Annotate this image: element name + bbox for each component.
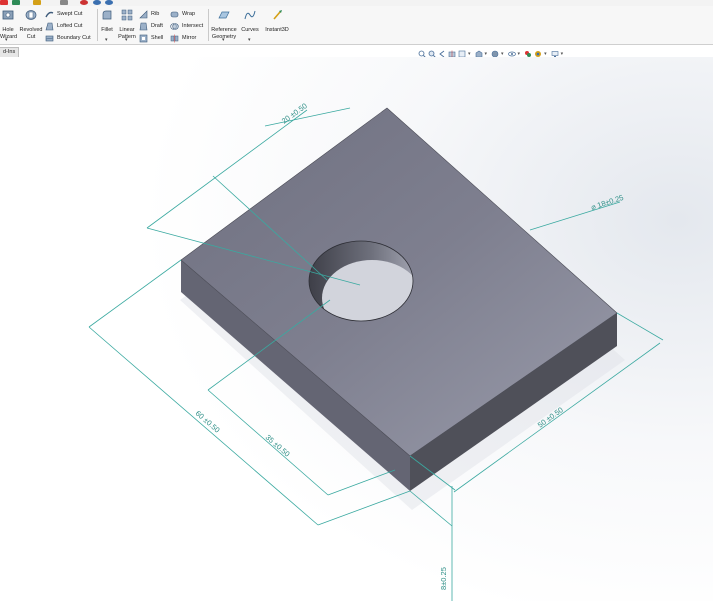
revolved-cut-button[interactable]: Revolved Cut — [19, 8, 43, 40]
revolved-cut-icon — [25, 10, 37, 20]
fillet-label: Fillet — [101, 27, 113, 33]
boundary-cut-icon — [45, 35, 54, 41]
linear-pattern-button[interactable]: Linear Pattern — [117, 8, 137, 40]
shell-button[interactable]: Shell — [139, 33, 163, 43]
intersect-label: Intersect — [182, 23, 204, 29]
intersect-icon — [170, 22, 179, 30]
hole-wizard-icon — [2, 10, 14, 20]
intersect-button[interactable]: Intersect — [170, 21, 203, 31]
lofted-cut-button[interactable]: Lofted Cut — [45, 21, 82, 31]
fillet-button[interactable]: Fillet — [99, 8, 115, 33]
reference-geometry-dropdown[interactable]: ▾ — [222, 37, 225, 43]
mirror-label: Mirror — [182, 35, 197, 41]
instant3d-label: Instant3D — [265, 27, 289, 33]
hole-wizard-button[interactable]: Hole Wizard — [0, 8, 18, 40]
ribbon-separator — [208, 9, 209, 41]
curves-button[interactable]: Curves — [240, 8, 260, 33]
hole-wizard-dropdown[interactable]: ▾ — [5, 37, 8, 43]
boundary-cut-button[interactable]: Boundary Cut — [45, 33, 91, 43]
draft-button[interactable]: Draft — [139, 21, 163, 31]
linear-pattern-dropdown[interactable]: ▾ — [125, 37, 128, 43]
wrap-button[interactable]: Wrap — [170, 9, 195, 19]
record-icon[interactable] — [80, 0, 88, 5]
fillet-dropdown[interactable]: ▾ — [105, 37, 108, 43]
curves-dropdown[interactable]: ▾ — [248, 37, 251, 43]
instant3d-button[interactable]: Instant3D — [263, 8, 291, 33]
pointer-icon[interactable] — [33, 0, 41, 5]
fillet-icon — [102, 10, 112, 20]
settings-gear-icon[interactable] — [93, 0, 101, 5]
rib-button[interactable]: Rib — [139, 9, 159, 19]
boundary-cut-label: Boundary Cut — [57, 35, 91, 41]
hole-wizard-label-1: Hole — [2, 27, 14, 33]
rebuild-icon[interactable] — [0, 0, 8, 5]
ribbon-separator — [97, 9, 98, 41]
instant3d-icon — [273, 10, 282, 20]
swept-cut-button[interactable]: Swept Cut — [45, 9, 82, 19]
swept-cut-label: Swept Cut — [57, 11, 83, 17]
features-ribbon: Hole Wizard ▾ Revolved Cut Swept Cut Lof… — [0, 6, 713, 45]
lofted-cut-icon — [45, 22, 54, 30]
wrap-label: Wrap — [182, 11, 196, 17]
dimension-thickness-8[interactable]: 8±0.25 — [439, 567, 448, 590]
hole-wizard-label-2: Wizard — [0, 34, 18, 40]
curves-icon — [244, 10, 256, 20]
shell-label: Shell — [151, 35, 164, 41]
curves-label: Curves — [241, 27, 259, 33]
graphics-area[interactable]: 20 ±0.50 ⌀ 18±0.25 50 ±0.50 60 ±0.50 35 … — [0, 57, 713, 601]
file-properties-icon[interactable] — [60, 0, 68, 5]
options-icon[interactable] — [12, 0, 20, 5]
reference-geometry-icon — [218, 11, 230, 19]
rib-label: Rib — [151, 11, 160, 17]
linear-pattern-label-1: Linear — [119, 27, 135, 33]
linear-pattern-icon — [121, 9, 133, 21]
draft-icon — [139, 22, 148, 30]
help-icon[interactable] — [105, 0, 113, 5]
revolved-cut-label-2: Cut — [26, 34, 36, 40]
reference-geometry-button[interactable]: Reference Geometry — [210, 8, 238, 40]
swept-cut-icon — [45, 11, 54, 17]
wrap-icon — [170, 11, 179, 17]
mirror-icon — [170, 34, 179, 42]
revolved-cut-label-1: Revolved — [19, 27, 43, 33]
shell-icon — [139, 34, 148, 42]
reference-geometry-label-1: Reference — [211, 27, 237, 33]
lofted-cut-label: Lofted Cut — [57, 23, 83, 29]
mirror-button[interactable]: Mirror — [170, 33, 196, 43]
rib-icon — [139, 9, 148, 18]
draft-label: Draft — [151, 23, 163, 29]
